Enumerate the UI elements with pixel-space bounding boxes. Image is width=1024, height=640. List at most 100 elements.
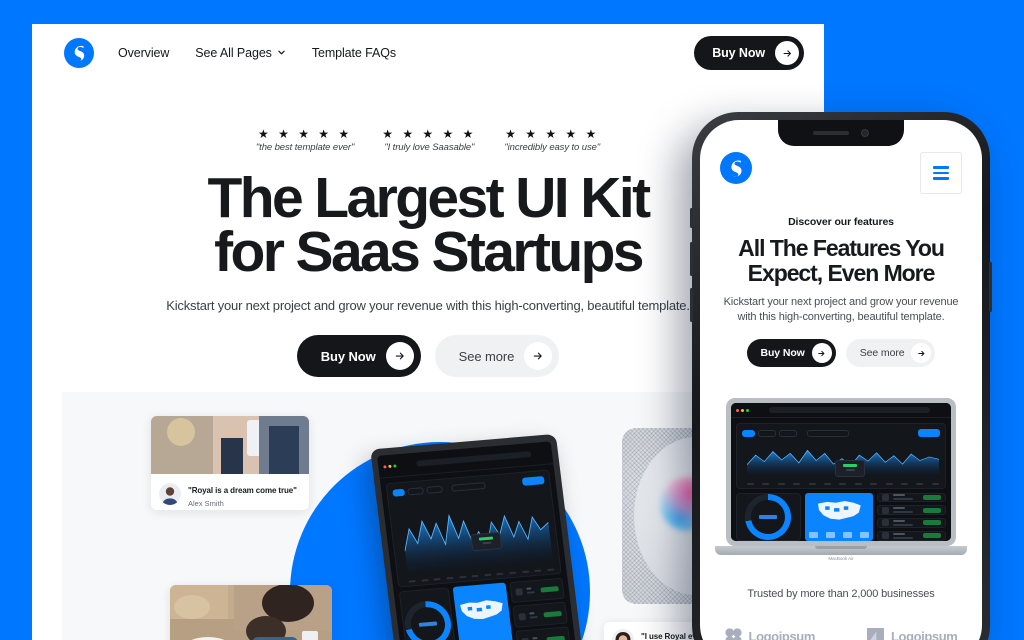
review-badge: ★ ★ ★ ★ ★ "I truly love Saasable": [382, 128, 476, 153]
phone-subheading-line-2: with this high-converting, beautiful tem…: [737, 310, 945, 323]
phone-power-button[interactable]: [989, 262, 992, 312]
chart-x-axis-ticks: [747, 482, 939, 485]
list-item-text: [529, 612, 540, 619]
chart-action-button[interactable]: [521, 476, 545, 487]
list-item[interactable]: [509, 577, 565, 604]
chart-panel: [736, 423, 946, 489]
nav-link-overview[interactable]: Overview: [118, 46, 169, 60]
chart-filter-chips[interactable]: [742, 429, 849, 437]
laptop-base: [715, 546, 967, 555]
chart-panel: [385, 470, 562, 588]
photo-card: [170, 585, 332, 640]
nav-link-label: See All Pages: [195, 46, 272, 60]
nav-link-template-faqs[interactable]: Template FAQs: [312, 46, 396, 60]
partner-logo-label: Logoipsum: [748, 629, 816, 640]
tablet-screen: [377, 441, 577, 640]
star-rating-icon: ★ ★ ★ ★ ★: [258, 127, 353, 141]
phone-volume-up-button[interactable]: [690, 242, 693, 276]
tooltip-value: [843, 464, 858, 468]
list-item[interactable]: [512, 601, 568, 629]
partner-logo-1: Logoipsum: [724, 628, 816, 640]
review-quote: "I truly love Saasable": [384, 142, 475, 153]
saasable-logo-icon[interactable]: [720, 152, 752, 184]
list-item-text: [893, 494, 919, 501]
laptop-screen: [731, 403, 951, 541]
hamburger-menu-icon[interactable]: [920, 152, 962, 194]
list-item[interactable]: [877, 518, 946, 528]
hero-see-more-button[interactable]: See more: [434, 335, 560, 378]
list-item-icon: [882, 519, 890, 527]
nav-buy-now-label: Buy Now: [712, 46, 765, 60]
list-item[interactable]: [877, 505, 946, 516]
chart-tooltip: [835, 460, 866, 478]
star-rating-icon: ★ ★ ★ ★ ★: [505, 127, 600, 141]
nav-link-see-all-pages[interactable]: See All Pages: [195, 46, 286, 60]
list-item-text: [893, 532, 919, 539]
usa-map-panel: [452, 582, 515, 640]
donut-value: [418, 621, 438, 628]
area-chart: [747, 442, 939, 485]
chart-action-button[interactable]: [918, 429, 940, 438]
arrow-right-icon: [811, 343, 832, 363]
status-badge: [923, 507, 941, 513]
dashboard-ui: [377, 441, 577, 640]
phone-subheading-line-1: Kickstart your next project and grow you…: [723, 295, 959, 308]
phone-hero-section: Discover our features All The Features Y…: [700, 216, 982, 367]
area-chart: [399, 489, 555, 583]
chevron-down-icon: [277, 48, 286, 57]
donut-chart: [402, 599, 454, 640]
avatar: [612, 629, 634, 640]
phone-mute-switch[interactable]: [690, 208, 693, 228]
list-item[interactable]: [877, 530, 946, 541]
donut-chart: [745, 493, 792, 540]
laptop-hinge-notch: [815, 546, 867, 549]
partner-logo-label: Logoipsum: [891, 629, 958, 640]
partner-logos: Logoipsum Logoipsum: [700, 628, 982, 640]
donut-chart-panel: [736, 492, 801, 541]
top-navbar: Overview See All Pages Template FAQs Buy…: [32, 24, 824, 82]
phone-navbar: [700, 152, 982, 198]
page-root: Overview See All Pages Template FAQs Buy…: [0, 0, 1024, 640]
hero-see-more-label: See more: [458, 348, 515, 364]
tooltip-label: [482, 542, 492, 545]
window-control-dots-icon: [736, 408, 749, 412]
tablet-device-mockup: [370, 433, 584, 640]
nav-links: Overview See All Pages Template FAQs: [118, 46, 396, 60]
phone-screen: Discover our features All The Features Y…: [700, 120, 982, 640]
arrow-right-icon: [911, 343, 932, 363]
chart-filter-chips[interactable]: [392, 481, 486, 497]
saasable-logo-icon[interactable]: [64, 38, 94, 68]
dashboard-body: [380, 465, 577, 640]
status-badge: [923, 520, 941, 526]
hero-buy-now-button[interactable]: Buy Now: [296, 335, 421, 378]
phone-cta-row: Buy Now See more: [718, 339, 964, 367]
address-bar[interactable]: [415, 451, 532, 467]
review-quote: "incredibly easy to use": [504, 142, 601, 153]
phone-see-more-label: See more: [859, 347, 905, 359]
donut-chart-panel: [398, 586, 458, 640]
phone-volume-down-button[interactable]: [690, 288, 693, 322]
review-badge: ★ ★ ★ ★ ★ "incredibly easy to use": [504, 128, 600, 153]
phone-see-more-button[interactable]: See more: [845, 339, 936, 367]
phone-buy-now-label: Buy Now: [760, 347, 805, 359]
address-bar[interactable]: [769, 407, 930, 414]
list-item[interactable]: [877, 492, 946, 503]
list-item[interactable]: [515, 626, 571, 640]
nav-buy-now-button[interactable]: Buy Now: [694, 36, 804, 70]
phone-headline: All The Features You Expect, Even More: [718, 236, 964, 286]
tooltip-label: [845, 469, 855, 472]
hero-buy-now-label: Buy Now: [320, 348, 376, 364]
arrow-right-icon: [385, 342, 414, 371]
trusted-by-text: Trusted by more than 2,000 businesses: [747, 588, 935, 600]
star-rating-icon: ★ ★ ★ ★ ★: [382, 127, 477, 141]
activity-list: [877, 492, 946, 541]
testimonial-text-block: "Royal is a dream come true" Alex Smith: [188, 480, 297, 508]
dashboard-body: [731, 418, 951, 541]
testimonial-quote: "Royal is a dream come true": [188, 486, 297, 495]
status-badge: [923, 494, 941, 500]
phone-buy-now-button[interactable]: Buy Now: [746, 339, 836, 367]
phone-device-mockup: Discover our features All The Features Y…: [690, 112, 992, 640]
review-quote: "the best template ever": [255, 142, 355, 153]
dashboard-ui: [731, 403, 951, 541]
list-item-icon: [882, 493, 890, 501]
